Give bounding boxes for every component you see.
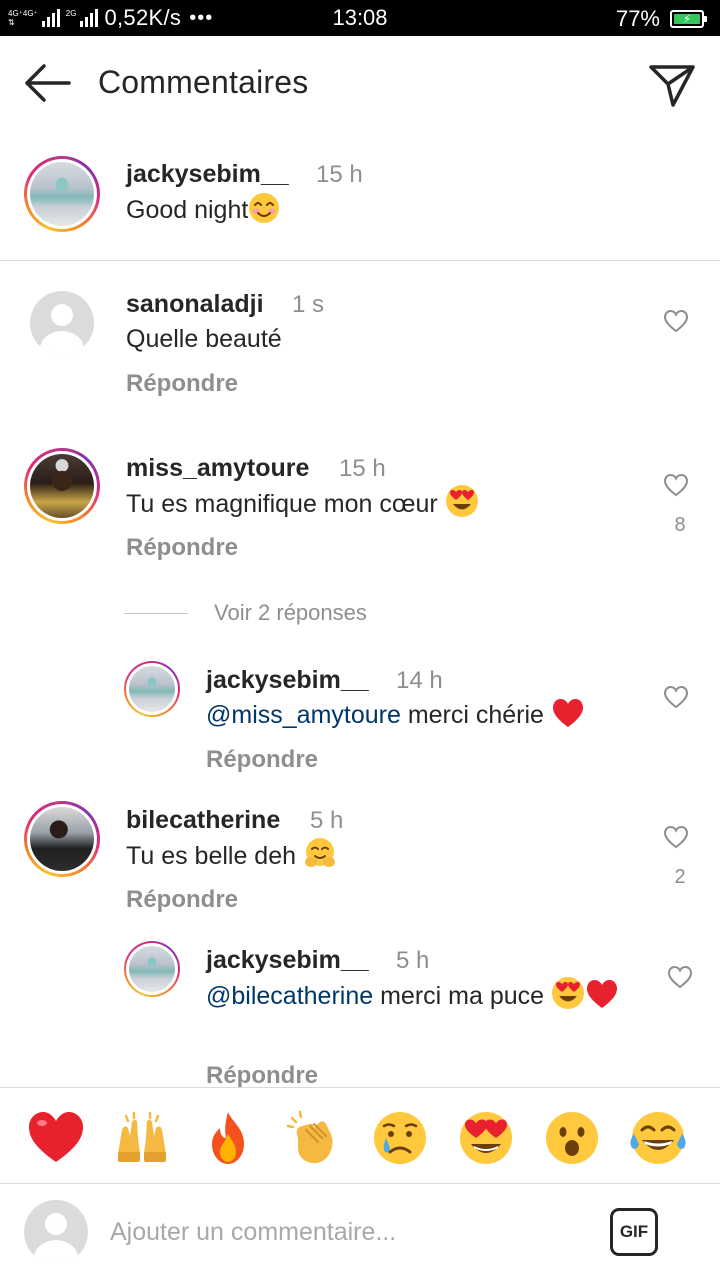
heart-eyes-icon bbox=[445, 485, 478, 517]
comment-time: 1 s bbox=[292, 291, 325, 318]
heart-outline-icon[interactable] bbox=[667, 965, 693, 989]
comment-input[interactable] bbox=[110, 1210, 570, 1254]
status-bar: 4G⁺4G⁺ ⇅ 2G 0,52K/s ••• 13:08 77% ⚡ bbox=[0, 0, 720, 36]
open-mouth-icon[interactable] bbox=[542, 1108, 602, 1168]
crying-face-icon[interactable] bbox=[370, 1108, 430, 1168]
heart-outline-icon[interactable] bbox=[663, 473, 689, 497]
share-button[interactable] bbox=[648, 62, 696, 108]
heart-eyes-icon bbox=[551, 977, 584, 1009]
raising-hands-icon[interactable] bbox=[112, 1108, 172, 1168]
comment-text: Quelle beauté bbox=[126, 325, 282, 353]
reply-button[interactable]: Répondre bbox=[126, 370, 238, 398]
reply-username[interactable]: jackysebim__ bbox=[206, 666, 369, 695]
comment-time: 15 h bbox=[339, 455, 386, 482]
arrow-left-icon bbox=[25, 64, 71, 102]
comment-time: 5 h bbox=[310, 807, 344, 834]
reply-text: @bilecatherine merci ma puce bbox=[206, 976, 626, 1015]
comment-username[interactable]: bilecatherine bbox=[126, 806, 280, 835]
comment-username[interactable]: miss_amytoure bbox=[126, 454, 309, 483]
clapping-hands-icon[interactable] bbox=[284, 1108, 344, 1168]
caption-text: Good night bbox=[126, 191, 280, 229]
charging-icon: ⚡ bbox=[682, 12, 692, 26]
clock: 13:08 bbox=[332, 5, 388, 30]
reply-time: 5 h bbox=[396, 947, 430, 974]
tears-of-joy-icon[interactable] bbox=[628, 1108, 688, 1168]
comment-text: Tu es magnifique mon cœur bbox=[126, 484, 479, 523]
header: Commentaires bbox=[0, 36, 720, 132]
avatar[interactable] bbox=[24, 801, 100, 877]
reply-username[interactable]: jackysebim__ bbox=[206, 946, 369, 975]
red-heart-icon[interactable] bbox=[26, 1108, 86, 1168]
heart-outline-icon[interactable] bbox=[663, 309, 689, 333]
heart-outline-icon[interactable] bbox=[663, 825, 689, 849]
reply-text: @miss_amytoure merci chérie bbox=[206, 696, 585, 734]
heart-eyes-icon[interactable] bbox=[456, 1108, 516, 1168]
avatar bbox=[24, 1200, 88, 1264]
reply-button[interactable]: Répondre bbox=[126, 534, 238, 562]
divider bbox=[124, 613, 188, 614]
like-count: 8 bbox=[674, 514, 686, 536]
battery-icon: ⚡ bbox=[670, 10, 707, 28]
avatar[interactable] bbox=[124, 941, 180, 997]
quick-emoji-bar bbox=[0, 1087, 720, 1184]
smiling-hands-icon bbox=[304, 838, 335, 867]
caption-username[interactable]: jackysebim__ bbox=[126, 160, 289, 189]
like-count: 2 bbox=[674, 866, 686, 888]
avatar[interactable] bbox=[24, 448, 100, 524]
comment-username[interactable]: sanonaladji bbox=[126, 290, 264, 319]
caption-time: 15 h bbox=[316, 161, 363, 188]
red-heart-icon bbox=[586, 980, 617, 1008]
view-replies-button[interactable]: Voir 2 réponses bbox=[214, 600, 367, 626]
reply-button[interactable]: Répondre bbox=[206, 1062, 318, 1090]
smiling-face-icon bbox=[249, 193, 280, 223]
comment-bar: GIF bbox=[0, 1184, 720, 1280]
reply-button[interactable]: Répondre bbox=[126, 886, 238, 914]
fire-icon[interactable] bbox=[198, 1108, 258, 1168]
comment-text: Tu es belle deh bbox=[126, 836, 337, 875]
gif-button[interactable]: GIF bbox=[610, 1208, 658, 1256]
heart-outline-icon[interactable] bbox=[663, 685, 689, 709]
mention-link[interactable]: @miss_amytoure bbox=[206, 701, 401, 729]
paper-plane-icon bbox=[649, 65, 695, 107]
avatar[interactable] bbox=[124, 661, 180, 717]
battery-percent: 77% bbox=[615, 6, 660, 31]
avatar[interactable] bbox=[30, 291, 94, 355]
red-heart-icon bbox=[552, 699, 583, 727]
reply-time: 14 h bbox=[396, 667, 443, 694]
mention-link[interactable]: @bilecatherine bbox=[206, 982, 373, 1010]
back-button[interactable] bbox=[22, 62, 72, 104]
post-caption: jackysebim__ 15 h Good night bbox=[0, 132, 720, 261]
page-title: Commentaires bbox=[98, 64, 309, 100]
avatar[interactable] bbox=[24, 156, 100, 232]
reply-button[interactable]: Répondre bbox=[206, 746, 318, 774]
